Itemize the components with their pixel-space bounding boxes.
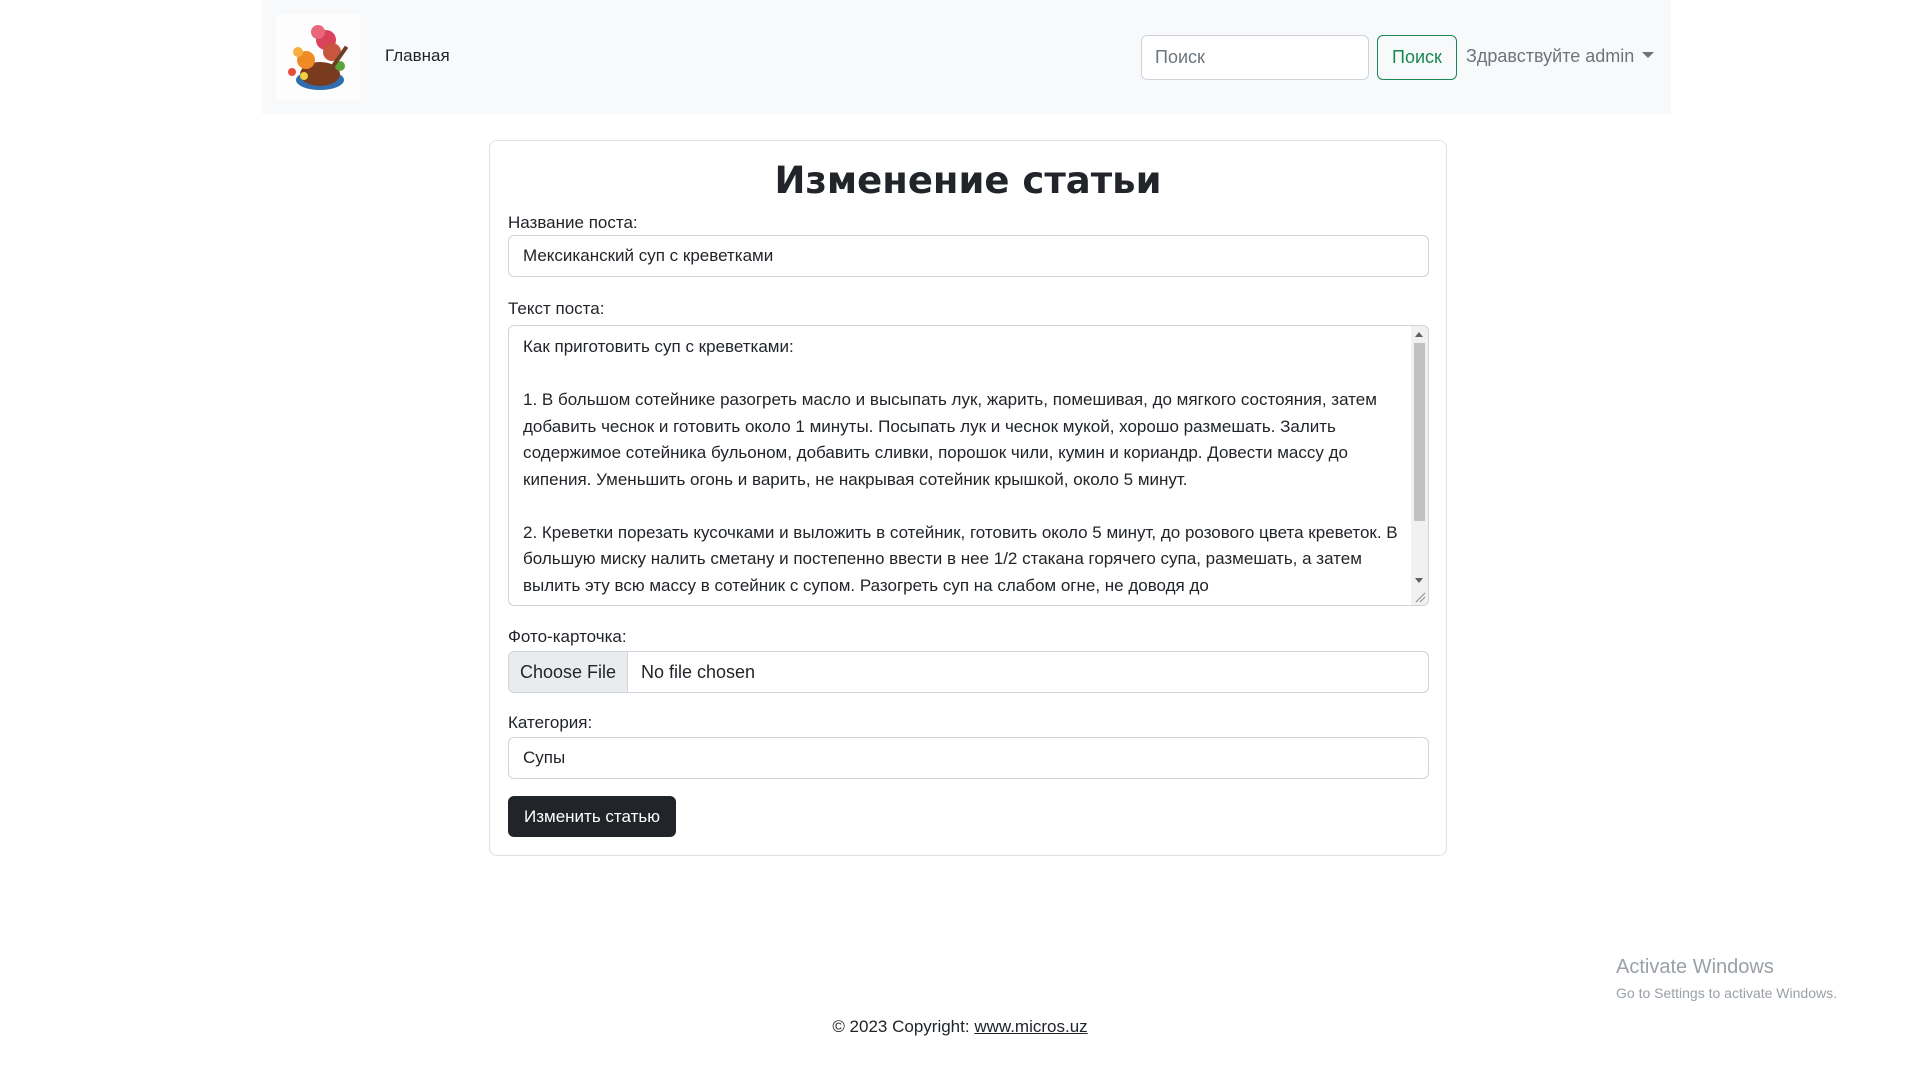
scroll-thumb[interactable]	[1414, 343, 1425, 521]
post-text-content[interactable]: Как приготовить суп с креветками: 1. В б…	[523, 334, 1403, 599]
photo-label: Фото-карточка:	[508, 627, 627, 646]
post-text-area[interactable]: Как приготовить суп с креветками: 1. В б…	[508, 325, 1429, 606]
watermark-subtitle: Go to Settings to activate Windows.	[1616, 985, 1837, 1001]
edit-post-card: Изменение статьи Название поста: Текст п…	[489, 140, 1447, 856]
user-dropdown[interactable]: Здравствуйте admin	[1466, 46, 1655, 67]
post-name-input[interactable]	[508, 235, 1429, 277]
user-greeting: Здравствуйте admin	[1466, 46, 1635, 66]
post-name-label: Название поста:	[508, 213, 638, 232]
footer-site-link[interactable]: www.micros.uz	[974, 1017, 1087, 1036]
navbar: Главная Поиск Здравствуйте admin	[262, 0, 1671, 114]
windows-activation-watermark: Activate Windows Go to Settings to activ…	[1616, 956, 1837, 1001]
choose-file-button[interactable]: Choose File	[509, 652, 628, 692]
caret-down-icon	[1642, 52, 1655, 59]
page-title: Изменение статьи	[774, 159, 1162, 202]
scroll-up-icon[interactable]	[1415, 332, 1423, 337]
footer-copyright: © 2023 Copyright:	[832, 1017, 975, 1036]
watermark-title: Activate Windows	[1616, 956, 1774, 978]
resize-grip-icon[interactable]	[1414, 591, 1426, 603]
food-logo-icon	[288, 25, 349, 90]
category-label: Категория:	[508, 713, 593, 732]
photo-file-input[interactable]: Choose File No file chosen	[508, 651, 1429, 693]
scroll-down-icon[interactable]	[1415, 578, 1423, 583]
update-post-button[interactable]: Изменить статью	[508, 796, 676, 837]
post-text-label: Текст поста:	[508, 299, 605, 318]
site-logo[interactable]	[276, 14, 360, 100]
nav-link-home[interactable]: Главная	[385, 46, 450, 66]
search-button[interactable]: Поиск	[1377, 35, 1457, 80]
category-input[interactable]	[508, 737, 1429, 779]
footer: © 2023 Copyright: www.micros.uz	[0, 1017, 1920, 1037]
file-status-text: No file chosen	[641, 661, 756, 682]
textarea-scrollbar[interactable]	[1411, 326, 1428, 605]
search-input[interactable]	[1141, 35, 1369, 80]
